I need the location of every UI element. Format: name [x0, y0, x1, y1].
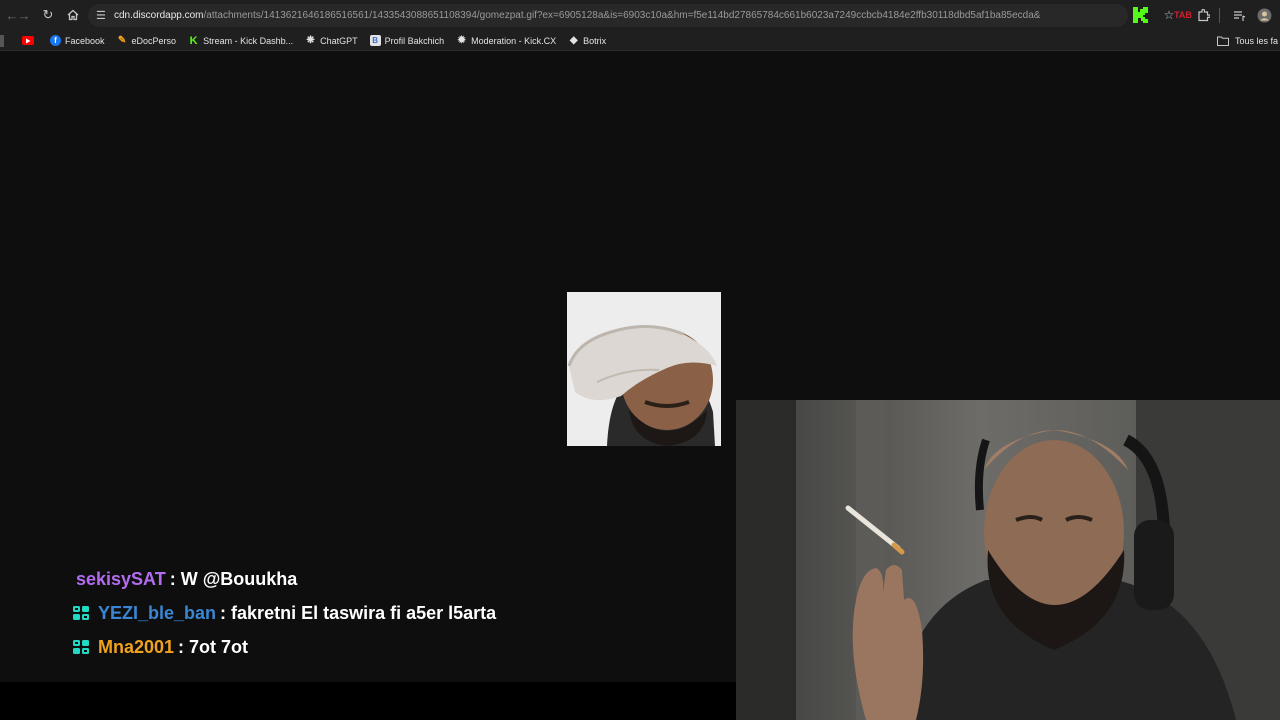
bookmark-youtube[interactable] [16, 32, 44, 50]
facebook-icon: f [50, 35, 61, 46]
bookmark-chatgpt[interactable]: ❋ ChatGPT [299, 32, 364, 50]
gif-image[interactable] [567, 292, 721, 446]
site-info-icon[interactable]: ☰ [96, 9, 114, 22]
stream-bottom-bar [0, 682, 736, 720]
address-bar[interactable]: ☰ cdn.discordapp.com/attachments/1413621… [88, 4, 1128, 27]
bookmarks-folder[interactable]: Tous les fa [1216, 31, 1280, 51]
bookmark-facebook[interactable]: f Facebook [44, 32, 111, 50]
apps-edge [0, 34, 4, 47]
kick-icon: K [189, 34, 198, 47]
image-viewer: sekisySAT : W @Bouukha YEZI_ble_ban : fa… [0, 52, 1280, 720]
tab-extension-badge[interactable]: TAB [1172, 6, 1194, 24]
chat-text: : fakretni El taswira fi a5er l5arta [220, 602, 497, 623]
edocperso-icon: ✎ [117, 35, 127, 46]
reload-icon[interactable]: ↻ [36, 3, 60, 27]
chat-message: Mna2001 : 7ot 7ot [72, 630, 496, 664]
bookmark-label: ChatGPT [320, 35, 358, 46]
bookmark-label: eDocPerso [131, 35, 177, 46]
media-controls-icon[interactable] [1230, 6, 1248, 24]
bookmarks-bar: f Facebook ✎ eDocPerso K Stream - Kick D… [0, 31, 1280, 51]
bookmark-label: Botrix [583, 35, 607, 46]
chat-username[interactable]: YEZI_ble_ban [98, 603, 216, 624]
bookmark-edocperso[interactable]: ✎ eDocPerso [111, 32, 183, 50]
subscriber-badge-icon [72, 604, 90, 622]
chat-message: sekisySAT : W @Bouukha [72, 562, 496, 596]
chat-text: : W @Bouukha [169, 568, 298, 589]
kick-extension-icon[interactable] [1131, 6, 1149, 24]
webcam-feed-graphic [736, 400, 1280, 720]
bookmark-profil-bakchich[interactable]: B Profil Bakchich [364, 32, 451, 50]
bookmark-botrix[interactable]: ◆ Botrix [562, 32, 612, 50]
chatgpt-icon: ❋ [306, 35, 315, 46]
profile-avatar-icon[interactable] [1255, 6, 1273, 24]
bookmark-label: Stream - Kick Dashb... [203, 35, 294, 46]
head-pat-gif-graphic [567, 292, 721, 446]
moderation-icon: ✹ [457, 35, 466, 46]
forward-icon[interactable]: → [12, 3, 36, 27]
botrix-icon: ◆ [569, 35, 578, 46]
chat-message: YEZI_ble_ban : fakretni El taswira fi a5… [72, 596, 496, 630]
bakchich-icon: B [369, 35, 381, 46]
subscriber-badge-icon [72, 638, 90, 656]
chat-text: : 7ot 7ot [178, 636, 249, 657]
chat-username[interactable]: sekisySAT [76, 569, 166, 590]
url-text[interactable]: cdn.discordapp.com/attachments/141362164… [114, 10, 1040, 21]
extensions-puzzle-icon[interactable] [1194, 6, 1212, 24]
bookmark-moderation[interactable]: ✹ Moderation - Kick.CX [450, 32, 562, 50]
folder-icon [1216, 36, 1229, 46]
webcam-overlay [736, 400, 1280, 720]
url-path: /attachments/1413621646186516561/1433543… [203, 10, 1041, 21]
bookmarks-folder-label: Tous les fa [1234, 36, 1278, 46]
youtube-icon [22, 36, 34, 45]
chat-username[interactable]: Mna2001 [98, 637, 174, 658]
home-icon[interactable] [61, 3, 85, 27]
url-host: cdn.discordapp.com [114, 10, 204, 21]
bookmark-label: Facebook [65, 35, 105, 46]
browser-toolbar: ← → ↻ ☰ cdn.discordapp.com/attachments/1… [0, 0, 1280, 31]
bookmark-label: Moderation - Kick.CX [471, 35, 557, 46]
bookmark-label: Profil Bakchich [384, 35, 445, 46]
chat-overlay: sekisySAT : W @Bouukha YEZI_ble_ban : fa… [72, 562, 496, 664]
toolbar-divider [1219, 8, 1220, 23]
bookmark-kick-dashboard[interactable]: K Stream - Kick Dashb... [182, 32, 299, 50]
